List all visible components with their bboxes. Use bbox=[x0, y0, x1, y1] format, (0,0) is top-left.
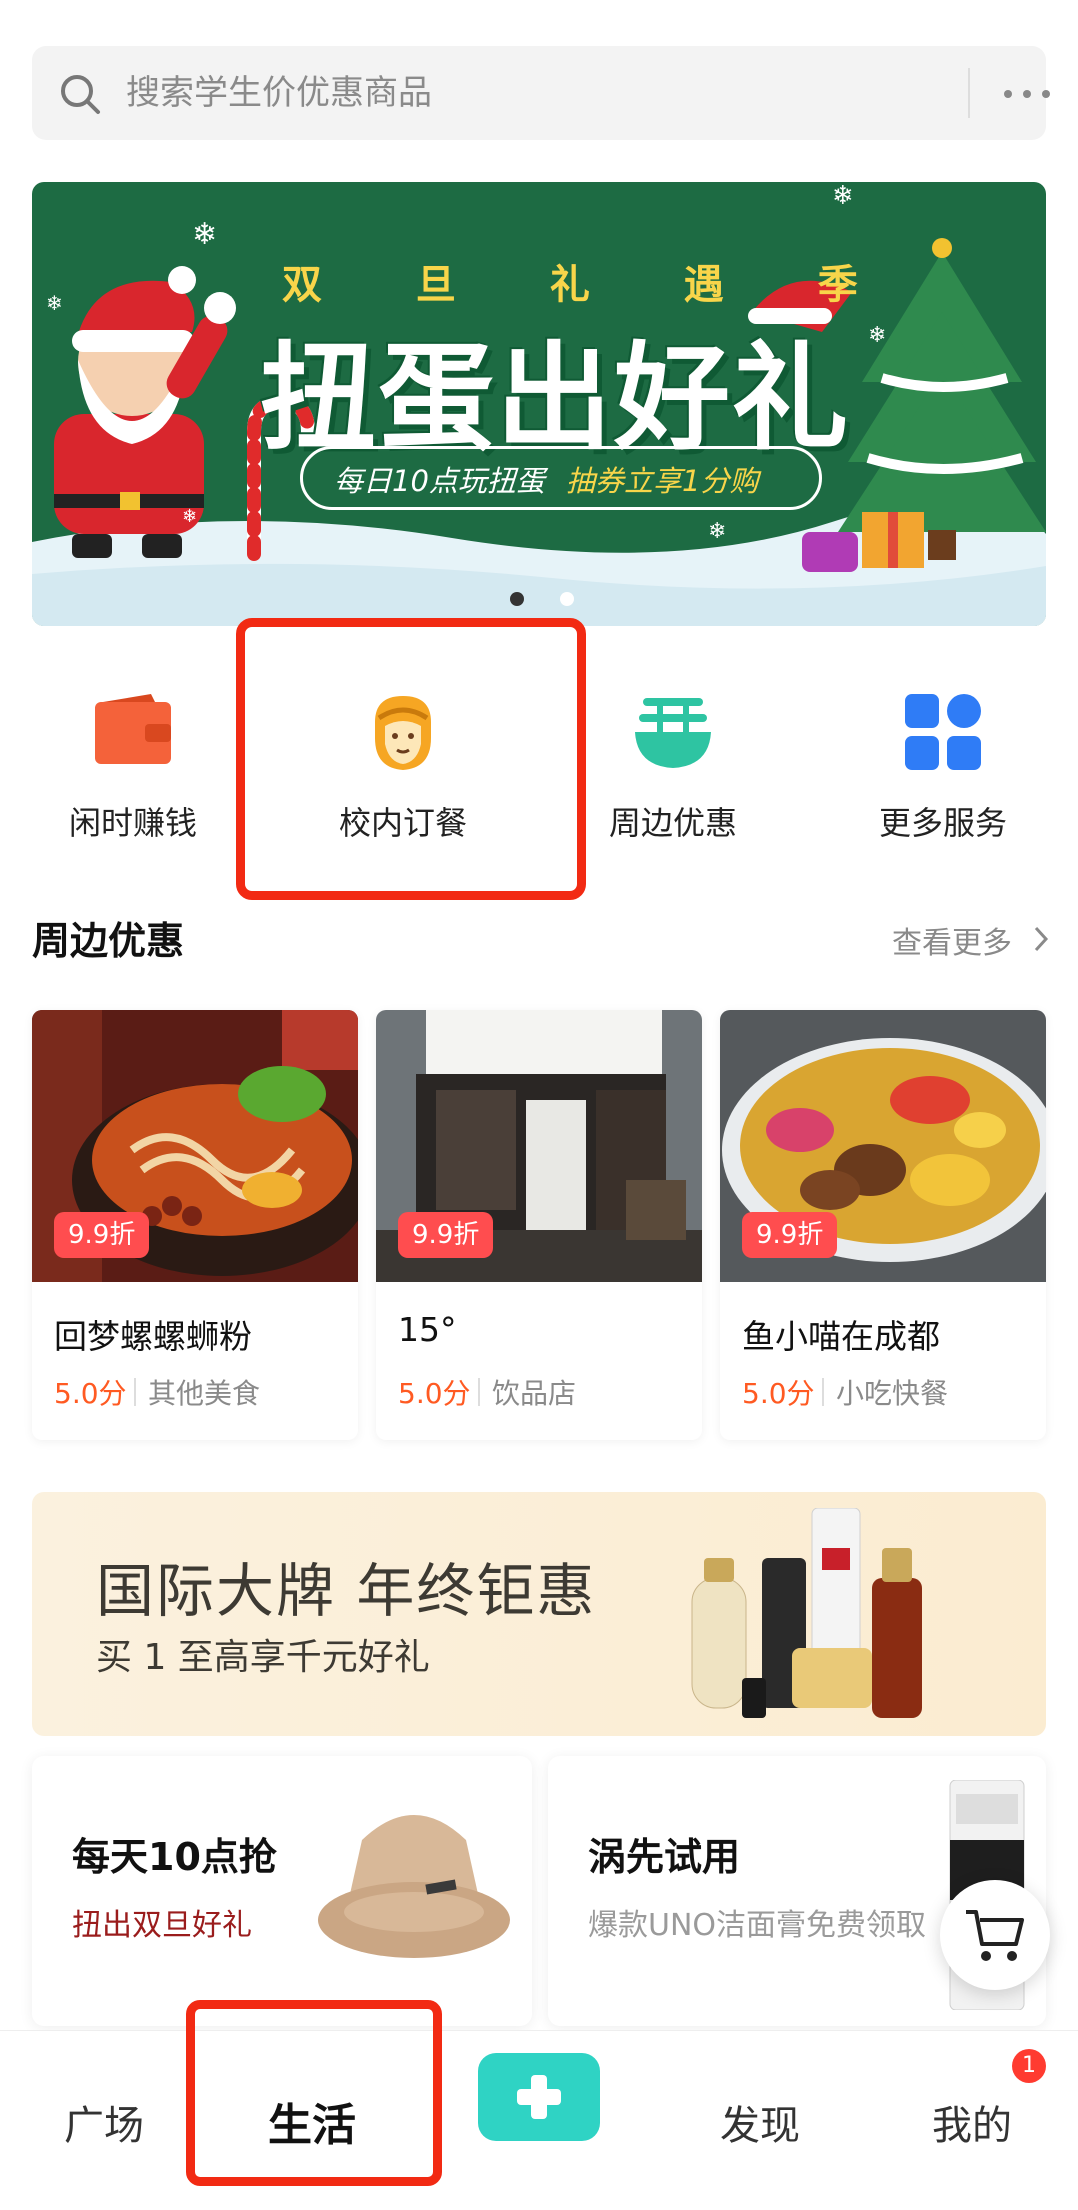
service-label: 更多服务 bbox=[878, 804, 1007, 842]
promo-subtitle: 买 1 至高享千元好礼 bbox=[96, 1637, 430, 1678]
discount-tag: 9.9折 bbox=[398, 1212, 494, 1258]
cart-button[interactable] bbox=[940, 1880, 1050, 1990]
svg-text:❄: ❄ bbox=[868, 323, 886, 348]
carousel-dot-active[interactable] bbox=[510, 592, 524, 606]
brand-promo-banner[interactable]: 国际大牌 年终钜惠 买 1 至高享千元好礼 bbox=[32, 1492, 1046, 1736]
deal-card-gacha[interactable]: 每天10点抢 扭出双旦好礼 bbox=[32, 1756, 532, 2026]
service-more[interactable]: 更多服务 bbox=[818, 690, 1068, 850]
post-button[interactable] bbox=[478, 2053, 600, 2141]
section-title: 周边优惠 bbox=[32, 919, 185, 963]
svg-text:❄: ❄ bbox=[192, 217, 217, 252]
highlight-box-life-tab bbox=[186, 2000, 442, 2186]
cosmetics-product-image bbox=[691, 1508, 922, 1718]
discount-tag: 9.9折 bbox=[54, 1212, 150, 1258]
service-label: 闲时赚钱 bbox=[68, 804, 197, 842]
shop-score: 5.0分 bbox=[54, 1377, 127, 1410]
shop-name: 鱼小喵在成都 bbox=[742, 1317, 940, 1356]
carousel-dot[interactable] bbox=[560, 592, 574, 606]
search-divider bbox=[968, 68, 970, 118]
promo-title: 国际大牌 年终钜惠 bbox=[96, 1557, 597, 1625]
chevron-right-icon[interactable] bbox=[1030, 924, 1052, 954]
banner-pill-right: 抽券立享1分购 bbox=[566, 464, 759, 498]
nearby-card[interactable]: 9.9折 鱼小喵在成都 5.0分 小吃快餐 bbox=[720, 1010, 1046, 1440]
divider bbox=[478, 1378, 480, 1406]
more-options-icon[interactable] bbox=[998, 66, 1056, 120]
deal-subtitle: 爆款UNO洁面膏免费领取 bbox=[588, 1908, 927, 1943]
nearby-card[interactable]: 9.9折 15° 5.0分 饮品店 bbox=[376, 1010, 702, 1440]
bottom-tab-bar: 广场 生活 发现 我的 1 bbox=[0, 2030, 1078, 2210]
search-placeholder: 搜索学生价优惠商品 bbox=[126, 73, 432, 113]
shop-score: 5.0分 bbox=[742, 1377, 815, 1410]
deal-title: 涡先试用 bbox=[588, 1835, 741, 1879]
noodle-bowl-icon bbox=[635, 698, 711, 768]
svg-text:❄: ❄ bbox=[46, 291, 63, 315]
svg-text:❄: ❄ bbox=[832, 182, 854, 211]
shop-category: 其他美食 bbox=[148, 1377, 261, 1410]
search-icon bbox=[61, 75, 100, 114]
search-bar[interactable]: 搜索学生价优惠商品 bbox=[32, 46, 1050, 140]
divider bbox=[134, 1378, 136, 1406]
nearby-card[interactable]: 9.9折 回梦螺螺蛳粉 5.0分 其他美食 bbox=[32, 1010, 358, 1440]
shop-score: 5.0分 bbox=[398, 1377, 471, 1410]
shop-name: 15° bbox=[398, 1310, 457, 1349]
grid-apps-icon bbox=[905, 694, 981, 770]
tab-me[interactable]: 我的 bbox=[932, 2093, 1012, 2151]
deal-subtitle: 扭出双旦好礼 bbox=[72, 1908, 252, 1943]
discount-tag: 9.9折 bbox=[742, 1212, 838, 1258]
promo-carousel[interactable]: ❄ ❄ ❄ ❄ ❄ ❄ 双 旦 礼 遇 季 扭蛋出好礼 每日10点玩扭蛋 抽券立… bbox=[32, 182, 1046, 626]
divider bbox=[822, 1378, 824, 1406]
tab-plaza[interactable]: 广场 bbox=[64, 2093, 144, 2151]
service-earn-money[interactable]: 闲时赚钱 bbox=[8, 690, 258, 850]
svg-text:❄: ❄ bbox=[182, 506, 197, 527]
svg-text:❄: ❄ bbox=[708, 519, 726, 544]
shop-category: 小吃快餐 bbox=[836, 1377, 949, 1410]
banner-subtitle: 双 旦 礼 遇 季 bbox=[282, 262, 898, 308]
bucket-hat-image bbox=[318, 1815, 510, 1958]
cart-icon bbox=[966, 1910, 1024, 1961]
deal-title: 每天10点抢 bbox=[72, 1835, 277, 1879]
wallet-icon bbox=[95, 694, 171, 764]
banner-pill-left: 每日10点玩扭蛋 bbox=[334, 464, 545, 498]
notification-badge: 1 bbox=[1012, 2049, 1046, 2083]
see-more-link[interactable]: 查看更多 bbox=[892, 918, 1012, 962]
life-page: 搜索学生价优惠商品 ❄ ❄ ❄ ❄ ❄ ❄ 双 旦 礼 遇 季 扭蛋出好礼 每日… bbox=[0, 0, 1078, 2210]
tab-discover[interactable]: 发现 bbox=[720, 2093, 800, 2151]
shop-category: 饮品店 bbox=[492, 1377, 577, 1410]
highlight-box-campus-ordering bbox=[236, 618, 586, 900]
shop-name: 回梦螺螺蛳粉 bbox=[54, 1317, 252, 1356]
